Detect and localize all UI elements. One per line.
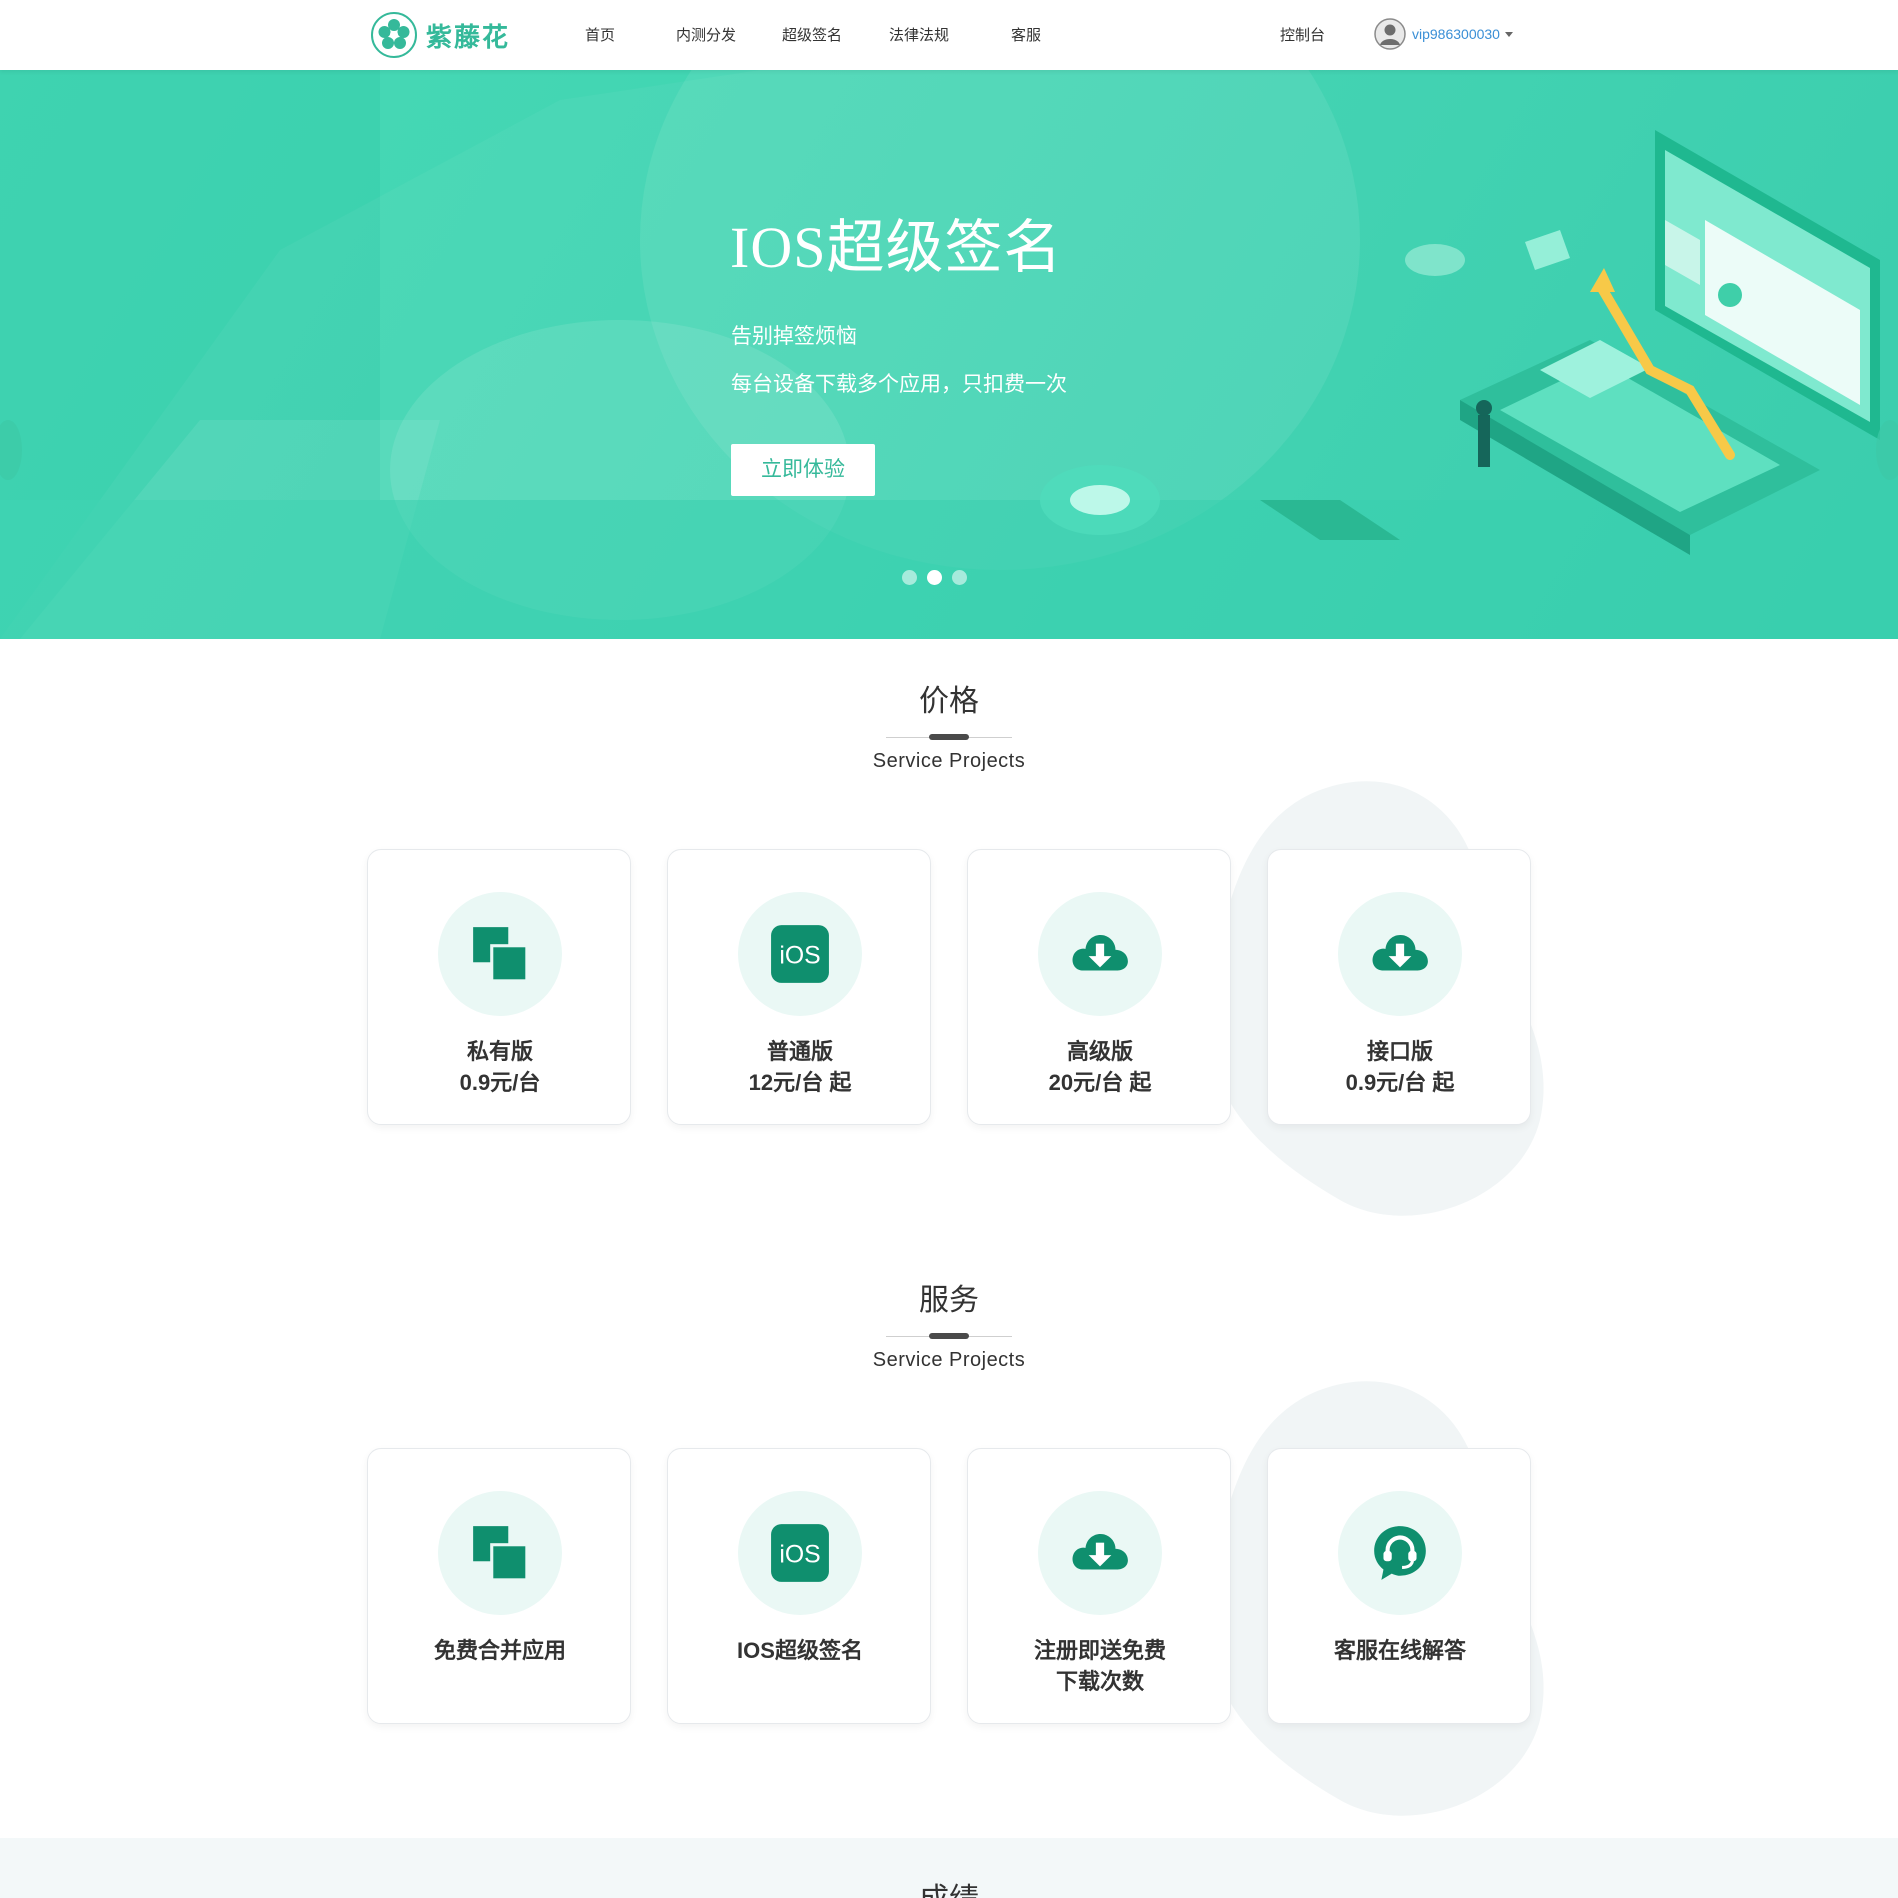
support-chat-icon xyxy=(1374,1526,1426,1580)
service-name: 注册即送免费 xyxy=(1033,1638,1166,1663)
cloud-download-icon xyxy=(1072,934,1128,971)
plan-price: 0.9元/台 xyxy=(459,1070,541,1095)
achievements-section: 成绩 xyxy=(0,1838,1898,1898)
pricing-subtitle: Service Projects xyxy=(872,750,1026,772)
nav-customer-service[interactable]: 客服 xyxy=(1011,24,1041,45)
carousel-dot-1[interactable] xyxy=(902,570,917,585)
cloud-download-icon xyxy=(1072,1533,1128,1570)
avatar-icon xyxy=(1374,18,1406,50)
username: vip986300030 xyxy=(1412,26,1500,42)
carousel-dots xyxy=(902,570,967,585)
nav-beta-distribution[interactable]: 内测分发 xyxy=(676,24,736,45)
carousel-dot-2[interactable] xyxy=(927,570,942,585)
service-card-free-downloads[interactable]: 注册即送免费 下载次数 xyxy=(967,1448,1231,1724)
ios-icon: iOS xyxy=(771,925,829,983)
service-name: 免费合并应用 xyxy=(433,1638,566,1663)
flower-logo-icon xyxy=(371,12,417,58)
service-card-support[interactable]: 客服在线解答 xyxy=(1267,1448,1531,1724)
copy-icon xyxy=(473,927,529,983)
card-icon-circle xyxy=(1338,1491,1462,1615)
nav-home[interactable]: 首页 xyxy=(585,24,615,45)
plan-name: 接口版 xyxy=(1366,1039,1433,1064)
chevron-down-icon xyxy=(1504,31,1513,37)
services-subtitle: Service Projects xyxy=(872,1349,1026,1371)
card-text: 私有版 0.9元/台 xyxy=(368,1036,632,1098)
card-text: IOS超级签名 xyxy=(668,1635,932,1666)
plan-name: 普通版 xyxy=(766,1039,833,1064)
plan-name: 私有版 xyxy=(466,1039,533,1064)
try-now-button[interactable]: 立即体验 xyxy=(731,444,875,496)
user-menu[interactable]: vip986300030 xyxy=(1374,18,1513,50)
card-text: 接口版 0.9元/台 起 xyxy=(1268,1036,1532,1098)
card-icon-circle xyxy=(438,1491,562,1615)
service-card-ios-signature[interactable]: iOS IOS超级签名 xyxy=(667,1448,931,1724)
services-header: 服务 Service Projects xyxy=(0,1275,1898,1372)
card-text: 免费合并应用 xyxy=(368,1635,632,1666)
console-link[interactable]: 控制台 xyxy=(1280,24,1325,45)
section-divider xyxy=(886,732,1012,742)
nav-laws[interactable]: 法律法规 xyxy=(889,24,949,45)
card-icon-circle xyxy=(438,892,562,1016)
hero-banner: IOS超级签名 告别掉签烦恼 每台设备下载多个应用，只扣费一次 立即体验 xyxy=(0,70,1898,639)
services-title: 服务 xyxy=(919,1284,979,1317)
carousel-dot-3[interactable] xyxy=(952,570,967,585)
nav-super-signature[interactable]: 超级签名 xyxy=(782,24,842,45)
svg-text:iOS: iOS xyxy=(779,1541,820,1568)
price-card-standard[interactable]: iOS 普通版 12元/台 起 xyxy=(667,849,931,1125)
banner-title: IOS超级签名 xyxy=(730,215,1063,280)
cloud-download-icon xyxy=(1372,934,1428,971)
pricing-title: 价格 xyxy=(919,685,979,718)
ios-icon: iOS xyxy=(771,1524,829,1582)
card-icon-circle xyxy=(1338,892,1462,1016)
card-text: 注册即送免费 下载次数 xyxy=(968,1635,1232,1697)
card-text: 客服在线解答 xyxy=(1268,1635,1532,1666)
banner-description: 每台设备下载多个应用，只扣费一次 xyxy=(731,373,1067,396)
card-icon-circle: iOS xyxy=(738,1491,862,1615)
brand-logo[interactable]: 紫藤花 xyxy=(370,10,510,60)
price-card-advanced[interactable]: 高级版 20元/台 起 xyxy=(967,849,1231,1125)
card-icon-circle: iOS xyxy=(738,892,862,1016)
service-name: 客服在线解答 xyxy=(1333,1638,1466,1663)
plan-name: 高级版 xyxy=(1066,1039,1133,1064)
card-text: 普通版 12元/台 起 xyxy=(668,1036,932,1098)
price-card-private[interactable]: 私有版 0.9元/台 xyxy=(367,849,631,1125)
copy-icon xyxy=(473,1526,529,1582)
plan-price: 20元/台 起 xyxy=(1048,1070,1152,1095)
banner-illustration xyxy=(0,70,1898,639)
plan-price: 0.9元/台 起 xyxy=(1345,1070,1455,1095)
card-icon-circle xyxy=(1038,1491,1162,1615)
service-card-merge[interactable]: 免费合并应用 xyxy=(367,1448,631,1724)
plan-price: 12元/台 起 xyxy=(748,1070,852,1095)
svg-text:iOS: iOS xyxy=(779,942,820,969)
card-icon-circle xyxy=(1038,892,1162,1016)
service-name: IOS超级签名 xyxy=(737,1638,863,1663)
card-text: 高级版 20元/台 起 xyxy=(968,1036,1232,1098)
service-name-line2: 下载次数 xyxy=(1055,1669,1144,1694)
section-divider xyxy=(886,1331,1012,1341)
price-card-api[interactable]: 接口版 0.9元/台 起 xyxy=(1267,849,1531,1125)
brand-name: 紫藤花 xyxy=(426,21,511,52)
banner-tagline: 告别掉签烦恼 xyxy=(731,325,857,348)
achievements-title: 成绩 xyxy=(0,1874,1898,1898)
top-navbar: 紫藤花 首页 内测分发 超级签名 法律法规 客服 控制台 vip98630003… xyxy=(0,0,1898,70)
pricing-header: 价格 Service Projects xyxy=(0,676,1898,773)
